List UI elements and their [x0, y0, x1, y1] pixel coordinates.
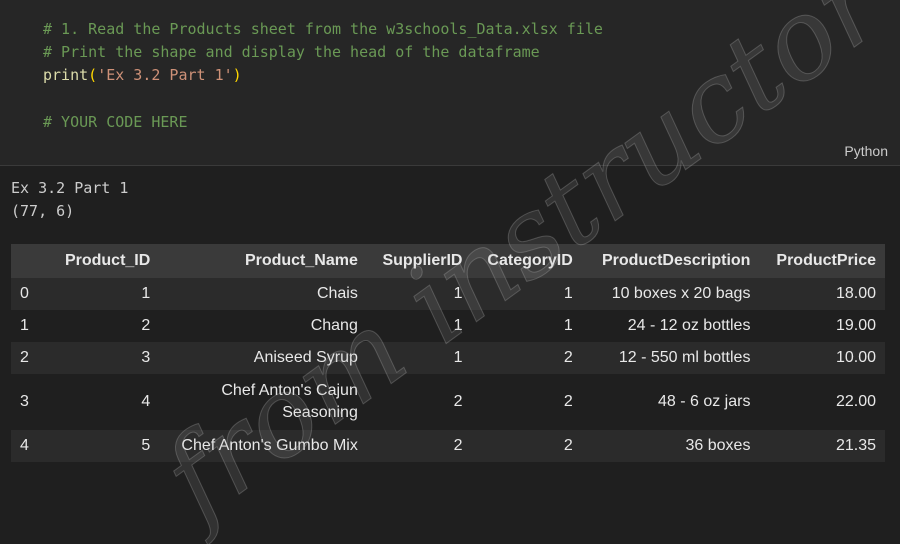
- print-string: 'Ex 3.2 Part 1': [97, 66, 233, 84]
- cell-product-description: 10 boxes x 20 bags: [581, 278, 760, 310]
- cell-product-id: 1: [49, 278, 160, 310]
- cell-product-price: 18.00: [759, 278, 885, 310]
- column-header-product-name: Product_Name: [159, 244, 367, 278]
- cell-category-id: 2: [471, 342, 582, 374]
- cell-product-name: Chef Anton's Cajun Seasoning: [159, 374, 367, 430]
- table-row: 0 1 Chais 1 1 10 boxes x 20 bags 18.00: [11, 278, 885, 310]
- row-index: 2: [11, 342, 49, 374]
- table-header-row: Product_ID Product_Name SupplierID Categ…: [11, 244, 885, 278]
- cell-category-id: 2: [471, 374, 582, 430]
- cell-category-id: 1: [471, 278, 582, 310]
- cell-supplier-id: 2: [366, 374, 472, 430]
- code-comment-line-1: # 1. Read the Products sheet from the w3…: [43, 20, 603, 38]
- code-comment-line-2: # Print the shape and display the head o…: [43, 43, 540, 61]
- cell-category-id: 2: [471, 430, 582, 462]
- table-row: 3 4 Chef Anton's Cajun Seasoning 2 2 48 …: [11, 374, 885, 430]
- cell-product-name: Chais: [159, 278, 367, 310]
- print-close-paren: ): [232, 66, 242, 84]
- column-header-product-id: Product_ID: [49, 244, 160, 278]
- cell-supplier-id: 1: [366, 342, 472, 374]
- cell-product-id: 5: [49, 430, 160, 462]
- cell-product-description: 12 - 550 ml bottles: [581, 342, 760, 374]
- code-cell[interactable]: # 1. Read the Products sheet from the w3…: [0, 0, 900, 166]
- column-header-supplier-id: SupplierID: [366, 244, 472, 278]
- row-index: 1: [11, 310, 49, 342]
- cell-product-price: 22.00: [759, 374, 885, 430]
- cell-supplier-id: 1: [366, 310, 472, 342]
- cell-product-name: Aniseed Syrup: [159, 342, 367, 374]
- cell-product-id: 4: [49, 374, 160, 430]
- cell-product-name: Chang: [159, 310, 367, 342]
- print-function: print: [43, 66, 89, 84]
- row-index: 4: [11, 430, 49, 462]
- cell-product-price: 21.35: [759, 430, 885, 462]
- output-line-2: (77, 6): [11, 202, 75, 220]
- row-index: 3: [11, 374, 49, 430]
- row-index: 0: [11, 278, 49, 310]
- print-open-paren: (: [88, 66, 98, 84]
- cell-product-id: 2: [49, 310, 160, 342]
- code-comment-line-3: # YOUR CODE HERE: [43, 113, 188, 131]
- cell-product-price: 19.00: [759, 310, 885, 342]
- cell-product-id: 3: [49, 342, 160, 374]
- column-header-product-price: ProductPrice: [759, 244, 885, 278]
- output-line-1: Ex 3.2 Part 1: [11, 179, 129, 197]
- cell-category-id: 1: [471, 310, 582, 342]
- cell-product-price: 10.00: [759, 342, 885, 374]
- cell-product-description: 48 - 6 oz jars: [581, 374, 760, 430]
- cell-supplier-id: 1: [366, 278, 472, 310]
- table-row: 2 3 Aniseed Syrup 1 2 12 - 550 ml bottle…: [11, 342, 885, 374]
- column-header-index: [11, 244, 49, 278]
- column-header-product-description: ProductDescription: [581, 244, 760, 278]
- cell-supplier-id: 2: [366, 430, 472, 462]
- column-header-category-id: CategoryID: [471, 244, 582, 278]
- table-row: 1 2 Chang 1 1 24 - 12 oz bottles 19.00: [11, 310, 885, 342]
- cell-product-description: 36 boxes: [581, 430, 760, 462]
- table-row: 4 5 Chef Anton's Gumbo Mix 2 2 36 boxes …: [11, 430, 885, 462]
- cell-product-description: 24 - 12 oz bottles: [581, 310, 760, 342]
- language-indicator[interactable]: Python: [844, 143, 888, 159]
- cell-product-name: Chef Anton's Gumbo Mix: [159, 430, 367, 462]
- code-print-line: print('Ex 3.2 Part 1'): [43, 65, 242, 85]
- dataframe-table: Product_ID Product_Name SupplierID Categ…: [11, 244, 885, 462]
